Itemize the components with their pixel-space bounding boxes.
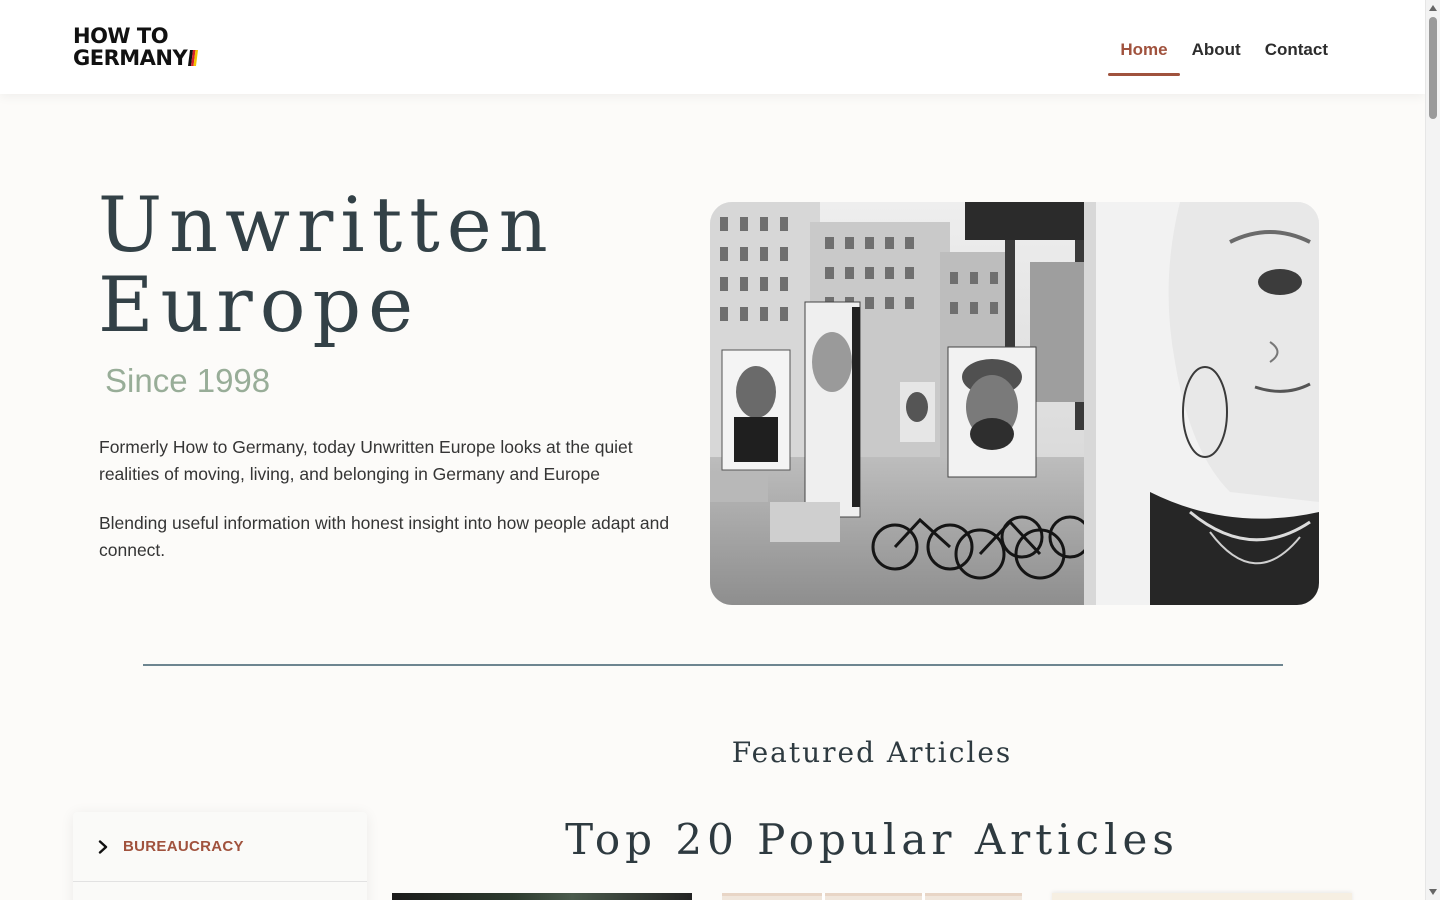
hero-image (710, 202, 1319, 605)
popular-articles-heading: Top 20 Popular Articles (565, 815, 1179, 864)
scrollbar-thumb[interactable] (1429, 17, 1437, 119)
page-scrollbar[interactable] (1425, 0, 1440, 900)
featured-articles-heading: Featured Articles (731, 736, 1013, 769)
article-card-2[interactable] (722, 893, 1022, 900)
card-image-edge (722, 893, 1022, 896)
scroll-down-icon[interactable] (1429, 889, 1437, 895)
chevron-right-icon (98, 839, 108, 854)
logo-line-1: HOW TO (73, 24, 169, 48)
card-image-detail (922, 893, 925, 900)
hero-paragraph-2: Blending useful information with honest … (99, 513, 670, 560)
logo-line-2: GERMANY (73, 46, 199, 70)
german-flag-icon (188, 50, 199, 66)
category-item-bureaucracy[interactable]: BUREAUCRACY (73, 812, 367, 882)
site-logo[interactable]: HOW TO GERMANY (73, 24, 199, 70)
scroll-up-icon[interactable] (1429, 5, 1437, 11)
hero-photo-illustration (710, 202, 1319, 605)
nav-about[interactable]: About (1180, 30, 1253, 70)
main-nav: Home About Contact (1108, 0, 1340, 94)
nav-home[interactable]: Home (1108, 30, 1180, 76)
category-sidebar: BUREAUCRACY (73, 812, 367, 900)
nav-contact[interactable]: Contact (1253, 30, 1340, 70)
article-card-3[interactable] (1052, 893, 1352, 900)
article-card-1[interactable] (392, 893, 692, 900)
card-image-detail (822, 893, 825, 900)
site-header: HOW TO GERMANY Home About Contact (0, 0, 1425, 94)
hero-title-line-1: Unwritten (98, 180, 555, 269)
logo-line-2-text: GERMANY (73, 46, 188, 70)
hero-title-line-2: Europe (98, 260, 421, 349)
hero-paragraph-1: Formerly How to Germany, today Unwritten… (99, 437, 633, 484)
section-divider (143, 664, 1283, 666)
hero-title: Unwritten Europe (98, 185, 555, 345)
category-label: BUREAUCRACY (123, 838, 244, 855)
since-tagline: Since 1998 (105, 362, 271, 399)
